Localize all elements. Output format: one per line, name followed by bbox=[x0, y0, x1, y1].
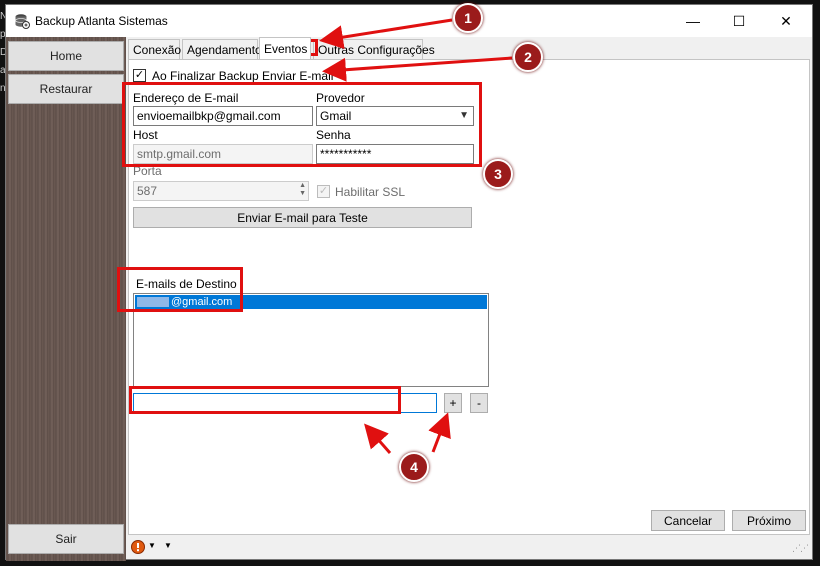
window-title: Backup Atlanta Sistemas bbox=[35, 14, 168, 28]
provider-select[interactable]: Gmail ▼ bbox=[316, 106, 474, 126]
exit-button[interactable]: Sair bbox=[8, 524, 124, 554]
annotation-badge-4: 4 bbox=[399, 452, 429, 482]
alert-icon[interactable] bbox=[131, 540, 145, 554]
port-stepper: 587 ▲ ▼ bbox=[133, 181, 309, 201]
provider-value: Gmail bbox=[320, 109, 352, 123]
new-recipient-input[interactable] bbox=[133, 393, 437, 413]
tab-conexao[interactable]: Conexão bbox=[128, 39, 181, 59]
events-panel: ✓ Ao Finalizar Backup Enviar E-mail Ende… bbox=[128, 59, 810, 535]
ssl-label: Habilitar SSL bbox=[335, 185, 406, 199]
annotation-badge-3: 3 bbox=[483, 159, 513, 189]
recipients-list[interactable]: @gmail.com bbox=[133, 293, 489, 387]
tab-agendamento[interactable]: Agendamento bbox=[182, 39, 262, 59]
cancel-button[interactable]: Cancelar bbox=[651, 510, 725, 531]
resize-grip-icon[interactable]: ⋰⋰ bbox=[792, 543, 809, 554]
chevron-down-icon: ▼ bbox=[459, 110, 469, 121]
password-label: Senha bbox=[316, 128, 351, 142]
dropdown-arrow-icon[interactable]: ▼ bbox=[148, 541, 156, 550]
tab-outras-configuracoes[interactable]: Outras Configurações bbox=[313, 39, 435, 59]
status-bar: ▼ ▼ ⋰⋰ bbox=[128, 537, 812, 559]
port-value: 587 bbox=[137, 184, 158, 198]
restore-button[interactable]: Restaurar bbox=[8, 74, 124, 104]
tab-eventos[interactable]: Eventos bbox=[259, 37, 311, 59]
home-button[interactable]: Home bbox=[8, 41, 124, 71]
redacted-mask bbox=[137, 297, 169, 307]
sidebar: Home Restaurar Sair bbox=[6, 37, 126, 561]
list-item[interactable]: @gmail.com bbox=[135, 295, 487, 309]
host-label: Host bbox=[133, 128, 158, 142]
next-button[interactable]: Próximo bbox=[732, 510, 806, 531]
ssl-checkbox: ✓ bbox=[317, 185, 330, 198]
send-email-label: Ao Finalizar Backup Enviar E-mail bbox=[152, 69, 334, 83]
email-label: Endereço de E-mail bbox=[133, 91, 239, 105]
spin-arrows-icon: ▲ ▼ bbox=[299, 182, 306, 197]
remove-recipient-button[interactable]: - bbox=[470, 393, 488, 413]
add-recipient-button[interactable]: + bbox=[444, 393, 462, 413]
email-field[interactable]: envioemailbkp@gmail.com bbox=[133, 106, 313, 126]
port-label: Porta bbox=[133, 164, 162, 178]
send-test-email-button[interactable]: Enviar E-mail para Teste bbox=[133, 207, 472, 228]
provider-label: Provedor bbox=[316, 91, 365, 105]
dropdown-arrow-icon[interactable]: ▼ bbox=[164, 541, 172, 550]
minimize-button[interactable]: — bbox=[670, 5, 716, 37]
annotation-badge-1: 1 bbox=[453, 3, 483, 33]
maximize-button[interactable]: ☐ bbox=[716, 5, 762, 37]
send-email-checkbox[interactable]: ✓ bbox=[133, 69, 146, 82]
host-field: smtp.gmail.com bbox=[133, 144, 313, 164]
title-bar: Backup Atlanta Sistemas — ☐ ✕ bbox=[6, 5, 812, 37]
close-button[interactable]: ✕ bbox=[763, 5, 809, 37]
database-icon bbox=[15, 14, 30, 29]
annotation-badge-2: 2 bbox=[513, 42, 543, 72]
recipients-label: E-mails de Destino bbox=[136, 277, 237, 291]
password-field[interactable]: *********** bbox=[316, 144, 474, 164]
